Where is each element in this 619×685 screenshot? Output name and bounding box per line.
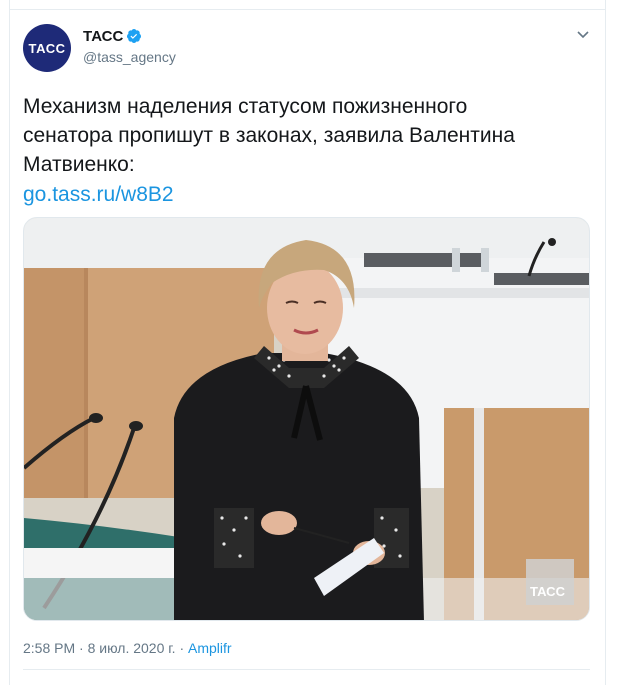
tweet-meta: 2:58 PM · 8 июл. 2020 г. · Amplifr xyxy=(23,640,232,656)
tweet-source-link[interactable]: Amplifr xyxy=(188,640,232,656)
tweet-date[interactable]: 8 июл. 2020 г. xyxy=(88,640,176,656)
meta-separator: · xyxy=(179,640,185,656)
bottom-divider xyxy=(23,669,590,670)
tweet-photo[interactable]: ТАСС xyxy=(23,217,590,621)
verified-badge-icon xyxy=(127,29,142,43)
account-name[interactable]: ТАСС xyxy=(83,28,142,45)
account-name-label: ТАСС xyxy=(83,28,124,45)
top-divider xyxy=(9,9,606,10)
tweet-time[interactable]: 2:58 PM xyxy=(23,640,75,656)
tweet-link[interactable]: go.tass.ru/w8B2 xyxy=(23,180,174,209)
photo-illustration xyxy=(24,218,589,620)
tweet-text: Механизм наделения статусом пожизненного… xyxy=(23,95,515,176)
avatar-logo-text: ТАСС xyxy=(28,40,66,56)
avatar[interactable]: ТАСС xyxy=(23,24,71,72)
photo-watermark: ТАСС xyxy=(530,584,565,599)
account-handle[interactable]: @tass_agency xyxy=(83,49,176,65)
chevron-down-icon[interactable] xyxy=(576,27,590,41)
meta-separator: · xyxy=(79,640,84,656)
